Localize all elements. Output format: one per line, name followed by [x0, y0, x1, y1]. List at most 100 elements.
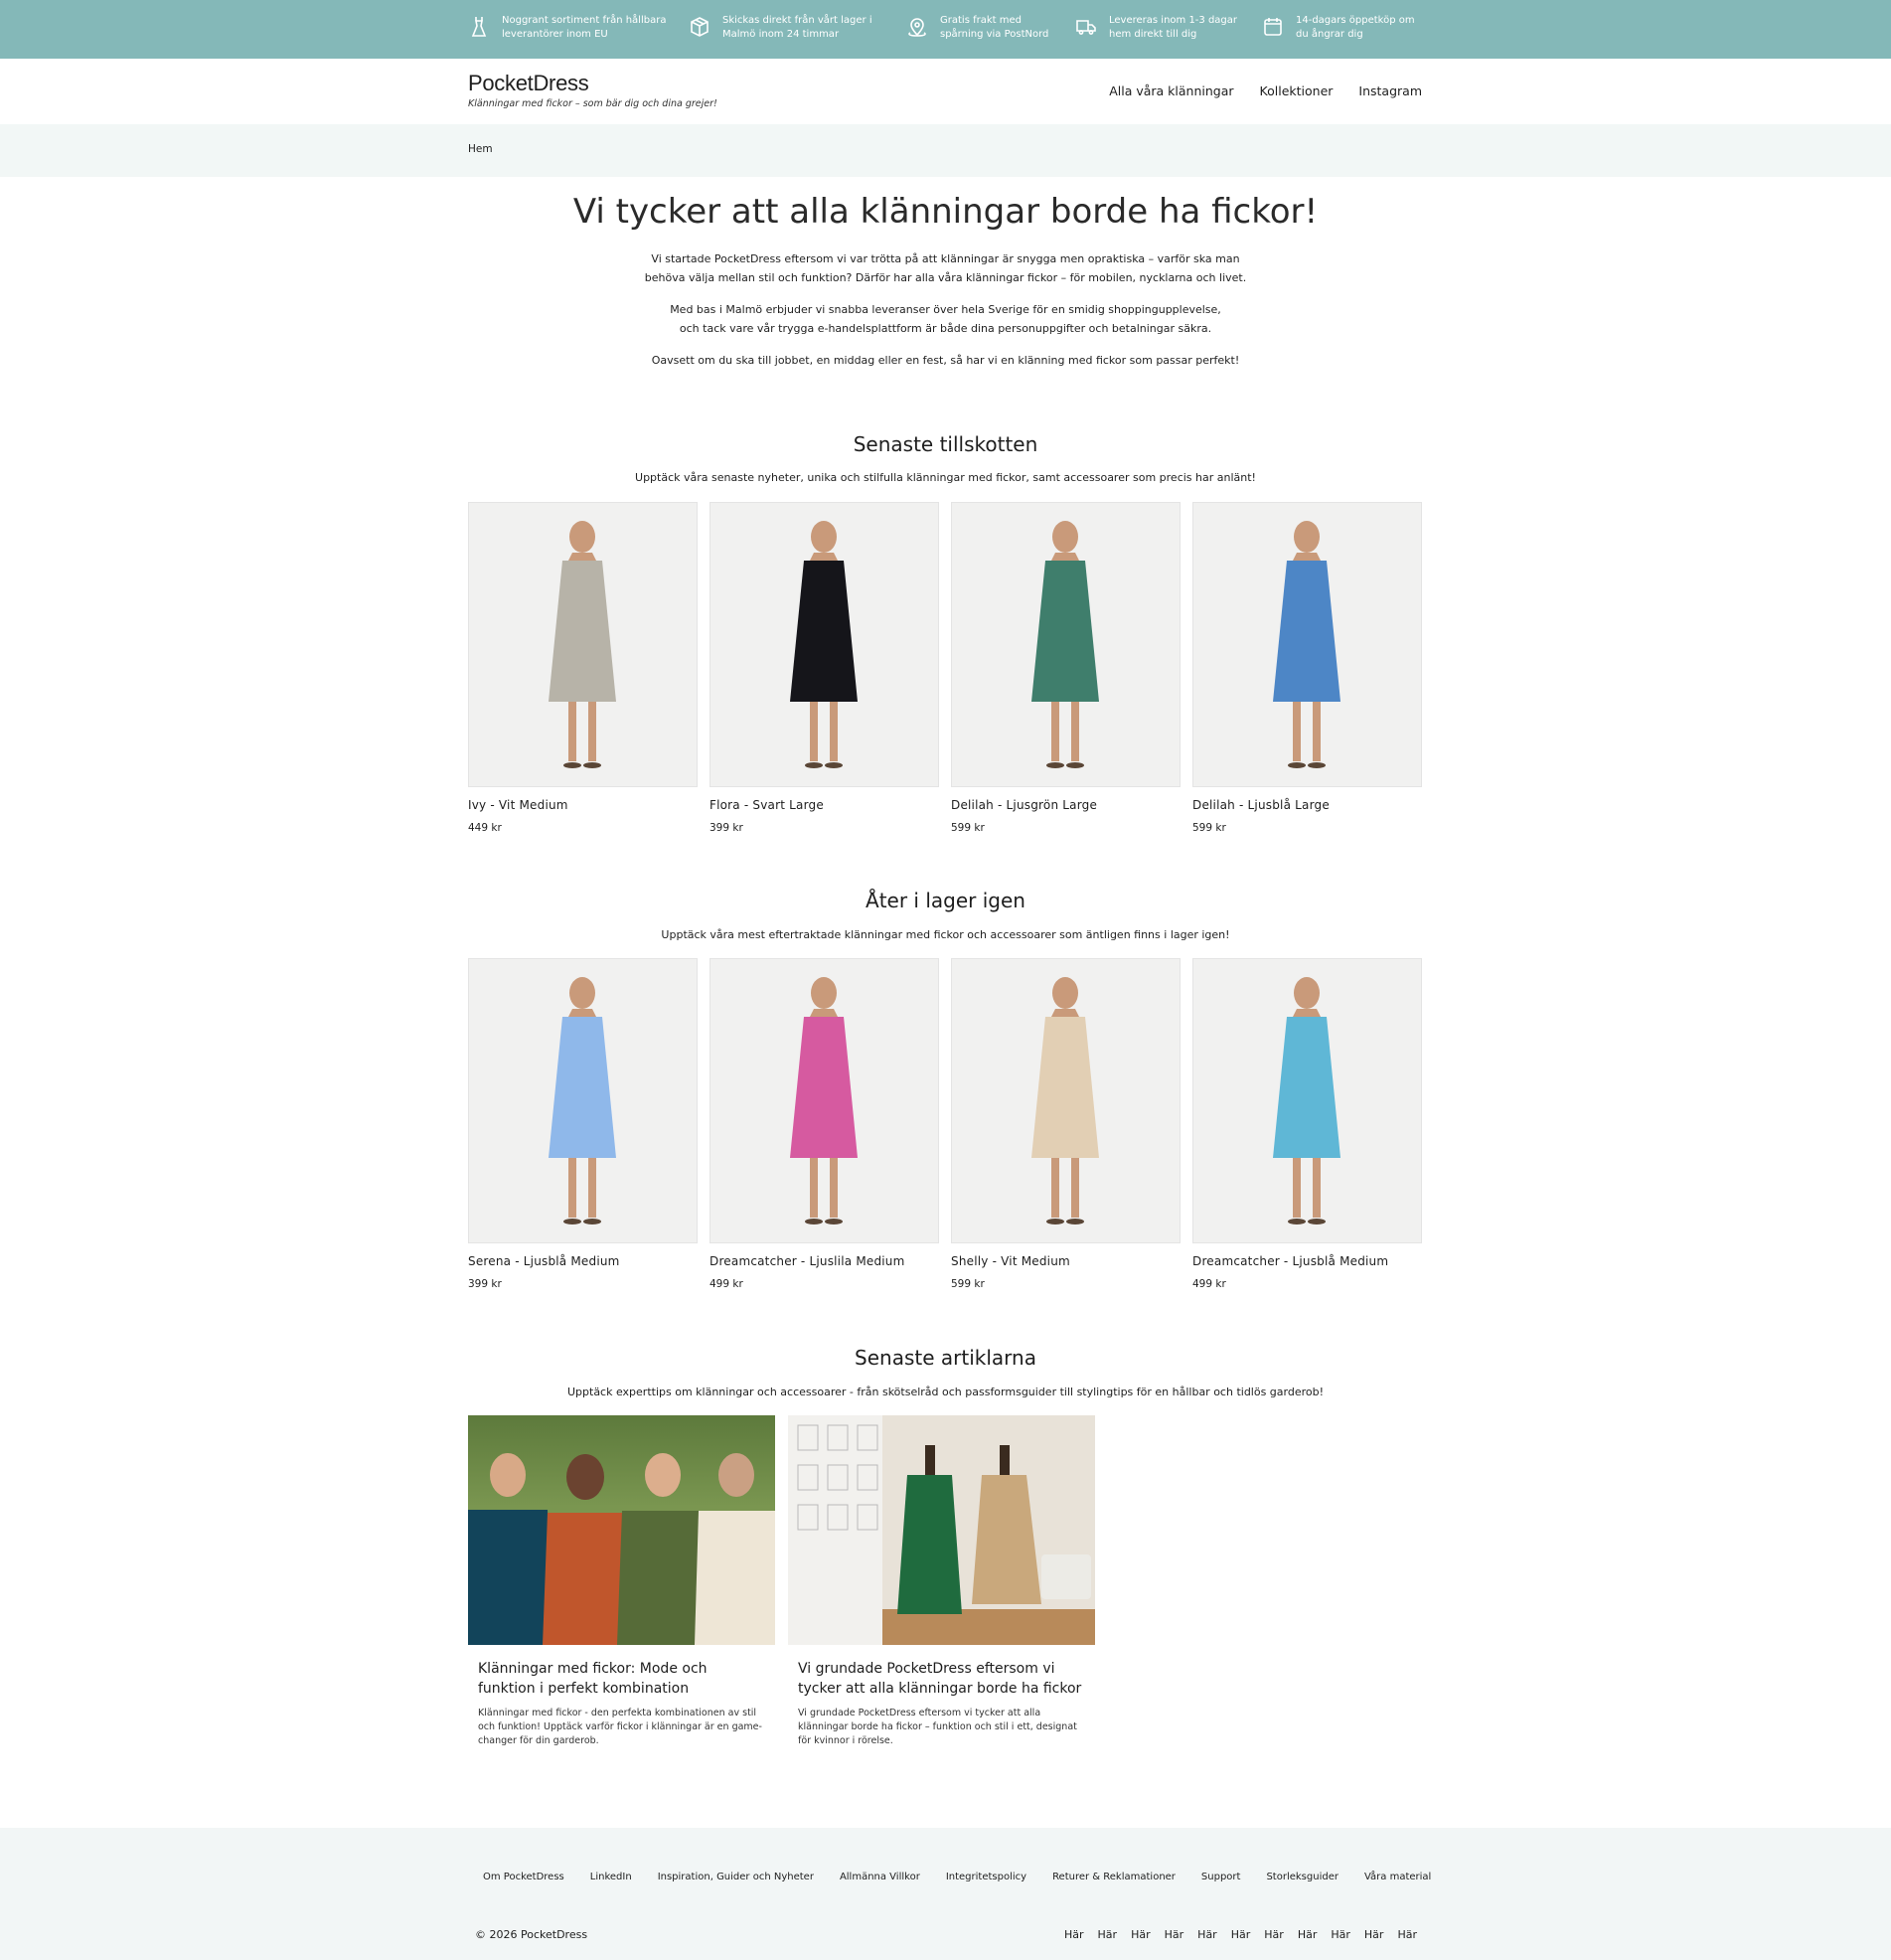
har-link[interactable]: Här: [1364, 1928, 1384, 1941]
product-name[interactable]: Dreamcatcher - Ljuslila Medium: [709, 1254, 939, 1268]
product-card[interactable]: Ivy - Vit Medium 449 kr: [468, 502, 698, 834]
footer-link-materials[interactable]: Våra material: [1364, 1872, 1431, 1882]
har-link[interactable]: Här: [1331, 1928, 1350, 1941]
box-icon: [689, 14, 710, 40]
product-card[interactable]: Dreamcatcher - Ljuslila Medium 499 kr: [709, 958, 939, 1290]
product-name[interactable]: Delilah - Ljusgrön Large: [951, 798, 1181, 812]
article-card[interactable]: Vi grundade PocketDress eftersom vi tyck…: [788, 1415, 1095, 1748]
hero-paragraph: Med bas i Malmö erbjuder vi snabba lever…: [670, 303, 1221, 335]
hero-paragraph: Vi startade PocketDress eftersom vi var …: [644, 252, 1247, 284]
article-image[interactable]: [788, 1415, 1095, 1645]
section-title: Senaste artiklarna: [855, 1346, 1036, 1370]
article-title[interactable]: Vi grundade PocketDress eftersom vi tyck…: [798, 1659, 1085, 1699]
footer-link-about[interactable]: Om PocketDress: [483, 1872, 564, 1882]
product-name[interactable]: Delilah - Ljusblå Large: [1192, 798, 1422, 812]
product-name[interactable]: Ivy - Vit Medium: [468, 798, 698, 812]
hero-paragraph: Oavsett om du ska till jobbet, en middag…: [651, 354, 1240, 367]
product-price: 599 kr: [951, 1278, 985, 1290]
nav-instagram[interactable]: Instagram: [1358, 83, 1422, 98]
benefit-text: Noggrant sortiment från hållbara leveran…: [502, 15, 667, 40]
product-name[interactable]: Flora - Svart Large: [709, 798, 939, 812]
footer-har-links: Här Här Här Här Här Här Här Här Här Här …: [1064, 1928, 1417, 1941]
article-excerpt: Vi grundade PocketDress eftersom vi tyck…: [798, 1708, 1077, 1746]
main-nav: Alla våra klänningar Kollektioner Instag…: [1109, 83, 1422, 98]
har-link[interactable]: Här: [1264, 1928, 1284, 1941]
product-image[interactable]: [709, 502, 939, 787]
footer-link-privacy[interactable]: Integritetspolicy: [946, 1872, 1026, 1882]
section-title: Senaste tillskotten: [853, 432, 1038, 456]
product-price: 449 kr: [468, 822, 502, 834]
product-card[interactable]: Delilah - Ljusgrön Large 599 kr: [951, 502, 1181, 834]
product-price: 399 kr: [468, 1278, 502, 1290]
section-subtitle: Upptäck våra senaste nyheter, unika och …: [635, 471, 1256, 484]
footer-links: Om PocketDress LinkedIn Inspiration, Gui…: [483, 1872, 1431, 1882]
product-card[interactable]: Delilah - Ljusblå Large 599 kr: [1192, 502, 1422, 834]
product-card[interactable]: Serena - Ljusblå Medium 399 kr: [468, 958, 698, 1290]
copyright: © 2026 PocketDress: [475, 1928, 588, 1941]
har-link[interactable]: Här: [1064, 1928, 1084, 1941]
product-price: 399 kr: [709, 822, 743, 834]
product-image[interactable]: [468, 958, 698, 1243]
footer-link-inspiration[interactable]: Inspiration, Guider och Nyheter: [658, 1872, 814, 1882]
product-image[interactable]: [1192, 502, 1422, 787]
product-image[interactable]: [1192, 958, 1422, 1243]
product-image[interactable]: [709, 958, 939, 1243]
har-link[interactable]: Här: [1197, 1928, 1217, 1941]
article-title[interactable]: Klänningar med fickor: Mode och funktion…: [478, 1659, 765, 1699]
benefits-bar: Noggrant sortiment från hållbara leveran…: [0, 0, 1891, 59]
footer-link-size-guides[interactable]: Storleksguider: [1266, 1872, 1339, 1882]
calendar-icon: [1262, 14, 1284, 40]
nav-collections[interactable]: Kollektioner: [1260, 83, 1334, 98]
page-title: Vi tycker att alla klänningar borde ha f…: [572, 192, 1319, 232]
product-image[interactable]: [468, 502, 698, 787]
article-list: Klänningar med fickor: Mode och funktion…: [468, 1415, 1095, 1748]
product-grid: Serena - Ljusblå Medium 399 kr Dreamcatche…: [468, 958, 1423, 1290]
site-footer: Om PocketDress LinkedIn Inspiration, Gui…: [0, 1828, 1891, 1960]
brand-name: PocketDress: [468, 71, 589, 95]
har-link[interactable]: Här: [1397, 1928, 1417, 1941]
footer-link-linkedin[interactable]: LinkedIn: [590, 1872, 632, 1882]
benefit-text: Skickas direkt från vårt lager i Malmö i…: [722, 15, 872, 40]
section-subtitle: Upptäck experttips om klänningar och acc…: [566, 1386, 1325, 1398]
product-image[interactable]: [951, 958, 1181, 1243]
article-card[interactable]: Klänningar med fickor: Mode och funktion…: [468, 1415, 775, 1748]
section-title: Åter i lager igen: [866, 889, 1025, 912]
product-price: 499 kr: [1192, 1278, 1226, 1290]
benefit-item: 14-dagars öppetköp om du ångrar dig: [1262, 14, 1465, 42]
nav-all-dresses[interactable]: Alla våra klänningar: [1109, 83, 1233, 98]
product-card[interactable]: Dreamcatcher - Ljusblå Medium 499 kr: [1192, 958, 1422, 1290]
product-price: 599 kr: [951, 822, 985, 834]
product-price: 599 kr: [1192, 822, 1226, 834]
article-excerpt: Klänningar med fickor - den perfekta kom…: [478, 1708, 762, 1746]
product-name[interactable]: Dreamcatcher - Ljusblå Medium: [1192, 1254, 1422, 1268]
har-link[interactable]: Här: [1098, 1928, 1118, 1941]
product-name[interactable]: Shelly - Vit Medium: [951, 1254, 1181, 1268]
breadcrumb: Hem: [0, 124, 1891, 177]
product-card[interactable]: Flora - Svart Large 399 kr: [709, 502, 939, 834]
har-link[interactable]: Här: [1165, 1928, 1184, 1941]
benefit-text: 14-dagars öppetköp om du ångrar dig: [1296, 15, 1415, 40]
benefit-item: Levereras inom 1-3 dagar hem direkt till…: [1075, 14, 1278, 42]
har-link[interactable]: Här: [1231, 1928, 1251, 1941]
benefit-text: Levereras inom 1-3 dagar hem direkt till…: [1109, 15, 1238, 40]
site-header: PocketDress Klänningar med fickor – som …: [0, 59, 1891, 124]
footer-link-terms[interactable]: Allmänna Villkor: [840, 1872, 920, 1882]
brand-tagline: Klänningar med fickor – som bär dig och …: [468, 98, 717, 109]
dress-icon: [468, 14, 490, 40]
truck-icon: [1075, 14, 1097, 40]
product-name[interactable]: Serena - Ljusblå Medium: [468, 1254, 698, 1268]
har-link[interactable]: Här: [1131, 1928, 1151, 1941]
logo[interactable]: PocketDress Klänningar med fickor – som …: [468, 71, 717, 109]
location-pin-icon: [906, 14, 928, 40]
product-image[interactable]: [951, 502, 1181, 787]
product-grid: Ivy - Vit Medium 449 kr Flora - Svart Larg…: [468, 502, 1423, 834]
footer-link-returns[interactable]: Returer & Reklamationer: [1052, 1872, 1176, 1882]
benefit-item: Noggrant sortiment från hållbara leveran…: [468, 14, 671, 42]
article-image[interactable]: [468, 1415, 775, 1645]
breadcrumb-home[interactable]: Hem: [468, 143, 493, 155]
har-link[interactable]: Här: [1298, 1928, 1318, 1941]
benefit-item: Skickas direkt från vårt lager i Malmö i…: [689, 14, 891, 42]
section-subtitle: Upptäck våra mest eftertraktade klänning…: [661, 928, 1230, 941]
footer-link-support[interactable]: Support: [1201, 1872, 1241, 1882]
product-card[interactable]: Shelly - Vit Medium 599 kr: [951, 958, 1181, 1290]
